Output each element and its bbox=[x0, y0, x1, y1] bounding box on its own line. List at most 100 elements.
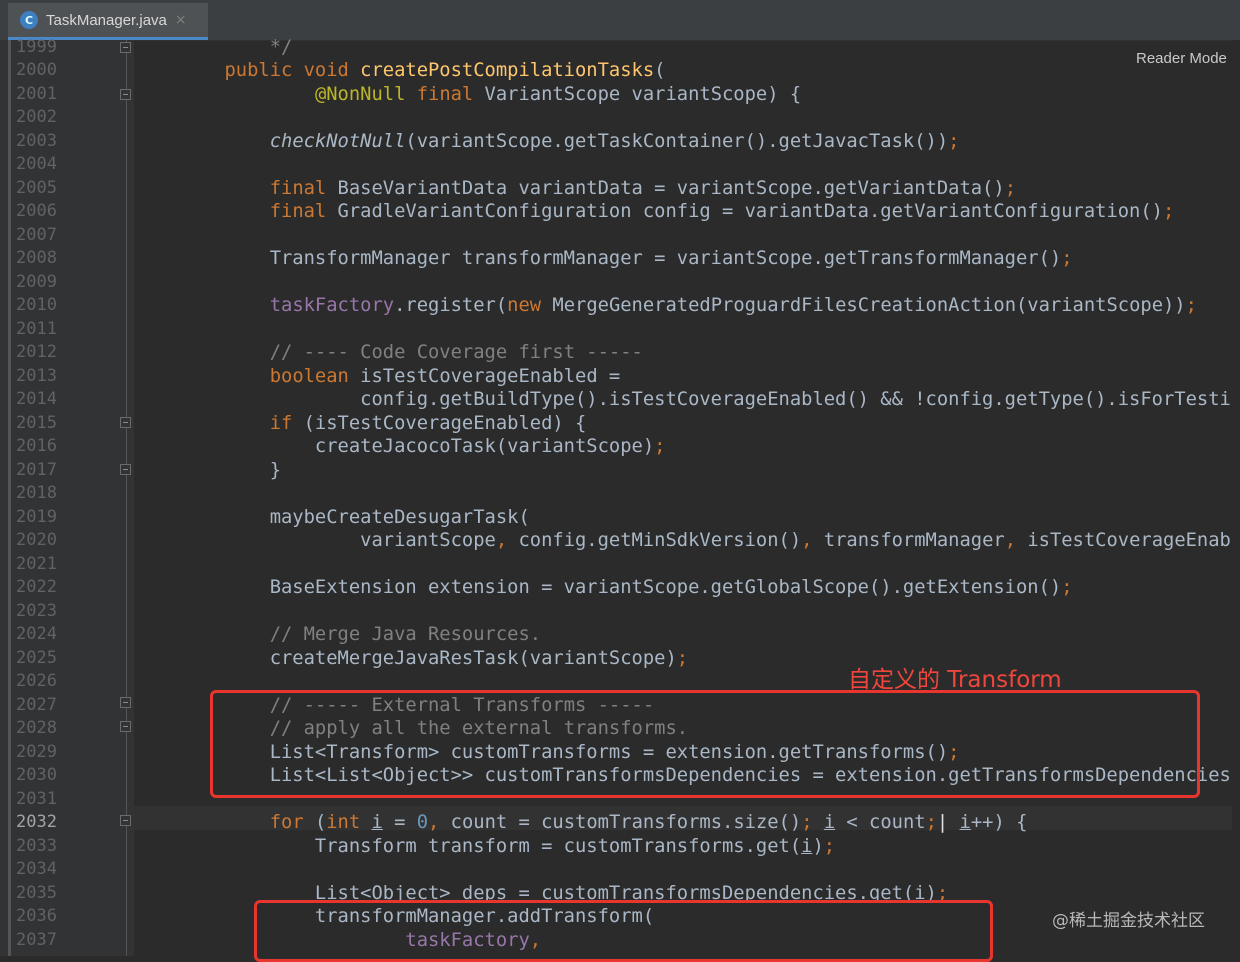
code-token: final bbox=[269, 201, 338, 222]
line-number: 2028 bbox=[16, 718, 57, 738]
code-token: Transform transform = customTransforms.g… bbox=[224, 835, 802, 857]
code-token: ; bbox=[654, 436, 666, 457]
code-token: maybeCreateDesugarTask( bbox=[224, 506, 530, 528]
code-line: createMergeJavaResTask(variantScope); bbox=[134, 647, 688, 671]
code-token: MergeGeneratedProguardFilesCreationActio… bbox=[552, 295, 1186, 316]
line-number: 2037 bbox=[16, 929, 57, 950]
line-number: 2030 bbox=[16, 765, 57, 785]
code-token: count = customTransforms.size() bbox=[450, 812, 802, 833]
fold-toggle-icon[interactable] bbox=[120, 89, 131, 100]
code-token: BaseExtension extension = variantScope.g… bbox=[224, 577, 1062, 598]
code-token: i bbox=[823, 812, 836, 833]
code-token: createJacocoTask(variantScope) bbox=[224, 436, 655, 457]
code-line: // ---- Code Coverage first ----- bbox=[134, 341, 643, 365]
fold-toggle-icon[interactable] bbox=[120, 697, 131, 708]
code-token: .register( bbox=[394, 295, 508, 316]
code-token: ; bbox=[676, 647, 689, 669]
code-token: ; bbox=[823, 835, 836, 857]
code-token: checkNotNull bbox=[269, 130, 406, 152]
code-token: ; bbox=[1185, 295, 1197, 316]
line-number: 2001 bbox=[16, 83, 57, 104]
code-token: , bbox=[1004, 530, 1028, 551]
code-token: 0 bbox=[416, 812, 429, 833]
code-token: = bbox=[382, 812, 417, 833]
line-number: 2021 bbox=[16, 553, 57, 574]
gutter-margin bbox=[8, 40, 11, 956]
code-line: */ bbox=[134, 36, 293, 60]
fold-toggle-icon[interactable] bbox=[120, 42, 131, 53]
code-token: config.getBuildType().isTestCoverageEnab… bbox=[224, 389, 1240, 410]
java-class-icon: C bbox=[20, 11, 38, 29]
code-token: ( bbox=[314, 812, 327, 833]
reader-mode-button[interactable]: Reader Mode bbox=[1136, 50, 1227, 67]
code-token: ++) { bbox=[970, 812, 1028, 833]
line-number: 2024 bbox=[16, 624, 57, 644]
code-token: final bbox=[269, 177, 338, 199]
code-token: // Merge Java Resources. bbox=[269, 624, 542, 645]
code-token: i bbox=[371, 812, 383, 833]
line-number: 2036 bbox=[16, 906, 57, 926]
tab-taskmanager-java[interactable]: C TaskManager.java × bbox=[8, 3, 208, 40]
code-token: isTestCoverageEnabled = bbox=[360, 365, 621, 387]
code-token: ; bbox=[1061, 577, 1073, 598]
code-line: @NonNull final VariantScope variantScope… bbox=[134, 83, 801, 107]
code-token: ) bbox=[812, 835, 824, 857]
line-number: 2023 bbox=[16, 600, 57, 621]
line-number: 2034 bbox=[16, 859, 57, 879]
fold-toggle-icon[interactable] bbox=[120, 721, 131, 732]
line-number: 2006 bbox=[16, 201, 57, 221]
code-token: i bbox=[959, 812, 971, 833]
close-icon[interactable]: × bbox=[175, 12, 187, 28]
code-token: BaseVariantData variantData = variantSco… bbox=[337, 177, 1005, 199]
code-token: VariantScope variantScope) { bbox=[484, 83, 802, 105]
code-token: @NonNull bbox=[314, 83, 417, 105]
code-line: final GradleVariantConfiguration config … bbox=[134, 200, 1175, 224]
code-token: boolean bbox=[269, 365, 361, 387]
code-token: int bbox=[326, 812, 372, 833]
code-token: for bbox=[269, 812, 315, 833]
line-number: 2027 bbox=[16, 694, 57, 715]
line-number: 2017 bbox=[16, 459, 57, 480]
code-token: , bbox=[801, 530, 824, 551]
code-line: taskFactory.register(new MergeGeneratedP… bbox=[134, 294, 1197, 318]
scrollbar[interactable] bbox=[1232, 40, 1240, 956]
code-line: } bbox=[134, 459, 281, 483]
code-token: new bbox=[507, 295, 553, 316]
line-number: 2019 bbox=[16, 506, 57, 527]
line-number: 2029 bbox=[16, 741, 57, 762]
highlight-box-external-transforms bbox=[210, 690, 1200, 798]
code-token: createPostCompilationTasks bbox=[360, 60, 655, 81]
line-number: 2033 bbox=[16, 835, 57, 856]
code-token: ; bbox=[1061, 248, 1073, 269]
fold-toggle-icon[interactable] bbox=[120, 417, 131, 428]
tab-filename: TaskManager.java bbox=[46, 11, 167, 29]
line-number: 2012 bbox=[16, 342, 57, 362]
code-line: // Merge Java Resources. bbox=[134, 623, 541, 647]
line-number: 2002 bbox=[16, 107, 57, 127]
line-number: 2016 bbox=[16, 436, 57, 456]
code-line: final BaseVariantData variantData = vari… bbox=[134, 177, 1016, 201]
code-token: variantScope bbox=[224, 530, 496, 551]
line-number: 2005 bbox=[16, 177, 57, 198]
code-line: if (isTestCoverageEnabled) { bbox=[134, 412, 587, 436]
code-token: TransformManager transformManager = vari… bbox=[224, 248, 1062, 269]
code-token: , bbox=[495, 530, 519, 551]
line-number: 2007 bbox=[16, 224, 57, 245]
fold-toggle-icon[interactable] bbox=[120, 464, 131, 475]
annotation-label: 自定义的 Transform bbox=[848, 667, 1062, 693]
code-token: ; bbox=[948, 130, 960, 152]
line-number: 2008 bbox=[16, 248, 57, 268]
code-token: ( bbox=[654, 60, 666, 81]
code-token: if bbox=[269, 412, 304, 434]
code-line: BaseExtension extension = variantScope.g… bbox=[134, 576, 1073, 600]
code-line: boolean isTestCoverageEnabled = bbox=[134, 365, 621, 389]
code-token: config.getMinSdkVersion() bbox=[518, 530, 802, 551]
fold-toggle-icon[interactable] bbox=[120, 815, 131, 826]
line-number: 2026 bbox=[16, 671, 57, 691]
